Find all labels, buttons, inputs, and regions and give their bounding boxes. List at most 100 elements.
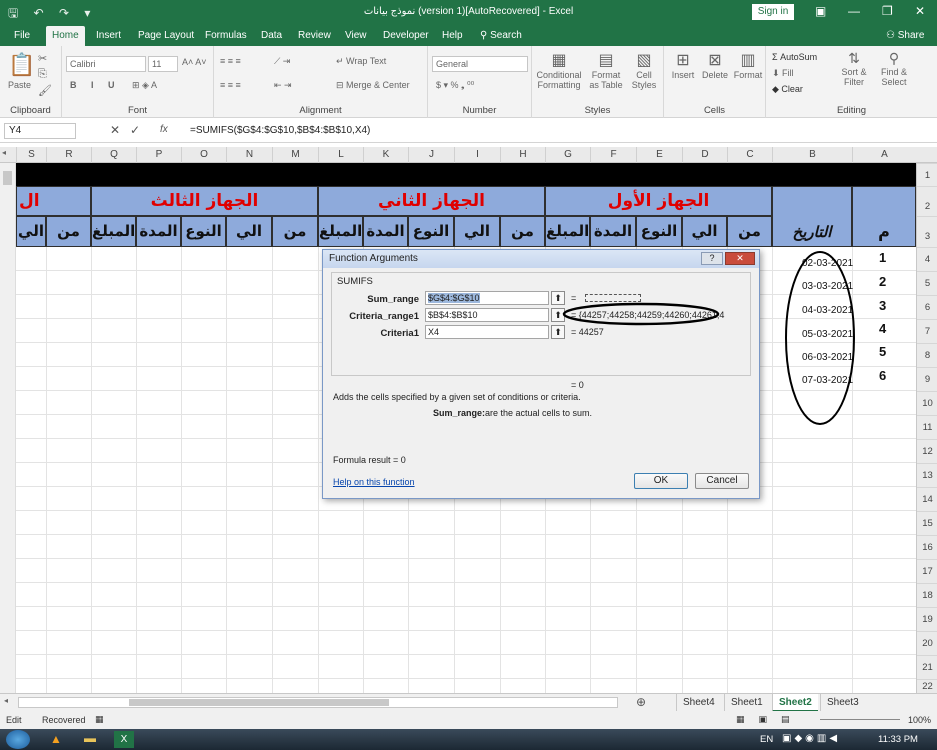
maximize-icon[interactable]: ❐ bbox=[882, 4, 893, 18]
index-cell[interactable]: 2 bbox=[879, 274, 886, 289]
vertical-scrollbar[interactable] bbox=[0, 163, 16, 693]
name-box[interactable]: Y4 bbox=[4, 123, 76, 139]
help-link[interactable]: Help on this function bbox=[333, 477, 415, 487]
autosum-button[interactable]: Σ AutoSum bbox=[772, 52, 817, 62]
folder-icon[interactable]: ▬ bbox=[84, 731, 96, 745]
scroll-left-icon[interactable]: ◂ bbox=[2, 148, 6, 157]
sub-from[interactable]: من bbox=[46, 216, 91, 247]
zoom-slider[interactable] bbox=[820, 719, 900, 720]
sub-from[interactable]: من bbox=[272, 216, 318, 247]
col-header[interactable]: P bbox=[136, 147, 181, 163]
row-header[interactable]: 21 bbox=[917, 655, 937, 679]
fill-button[interactable]: ⬇ Fill bbox=[772, 68, 794, 79]
format-cells-button[interactable]: ▥ Format bbox=[732, 50, 764, 80]
col-header[interactable]: Q bbox=[91, 147, 136, 163]
device2-header[interactable]: الجهاز الثاني bbox=[318, 186, 545, 216]
borders-fill-icon[interactable]: ⊞ ◈ A bbox=[132, 80, 157, 91]
tab-data[interactable]: Data bbox=[255, 26, 288, 46]
ok-button[interactable]: OK bbox=[634, 473, 688, 489]
col-header[interactable]: N bbox=[226, 147, 272, 163]
vlc-icon[interactable]: ▲ bbox=[50, 732, 62, 746]
cancel-enter-icons[interactable]: ✕✓ bbox=[110, 123, 150, 137]
sub-to[interactable]: الي bbox=[454, 216, 500, 247]
index-cell[interactable]: 4 bbox=[879, 321, 886, 336]
find-select-button[interactable]: ⚲ Find & Select bbox=[876, 50, 912, 87]
currency-percent-icon[interactable]: $ ▾ % ❟ ⁰⁰ bbox=[436, 80, 474, 91]
row-header[interactable]: 6 bbox=[917, 295, 937, 319]
sub-type[interactable]: النوع bbox=[181, 216, 226, 247]
insert-function-icon[interactable]: fx bbox=[160, 124, 168, 135]
align-left-icon[interactable]: ≡ ≡ ≡ bbox=[220, 80, 241, 90]
minimize-icon[interactable]: — bbox=[848, 4, 860, 18]
excel-icon[interactable]: X bbox=[114, 731, 134, 748]
row-header[interactable]: 20 bbox=[917, 631, 937, 655]
wrap-text-button[interactable]: ↵ Wrap Text bbox=[336, 56, 386, 67]
merge-center-button[interactable]: ⊟ Merge & Center bbox=[336, 80, 410, 91]
sub-duration[interactable]: المدة bbox=[136, 216, 181, 247]
insert-cells-button[interactable]: ⊞ Insert bbox=[668, 50, 698, 80]
row-header[interactable]: 17 bbox=[917, 559, 937, 583]
tab-view[interactable]: View bbox=[339, 26, 373, 46]
row-header[interactable]: 10 bbox=[917, 391, 937, 415]
col-header[interactable]: J bbox=[408, 147, 454, 163]
horizontal-scrollbar[interactable] bbox=[18, 697, 618, 708]
sub-amount[interactable]: المبلغ bbox=[318, 216, 363, 247]
col-header[interactable]: F bbox=[590, 147, 636, 163]
sheet-tab[interactable]: Sheet4 bbox=[676, 694, 721, 712]
row-header[interactable]: 11 bbox=[917, 415, 937, 439]
tab-insert[interactable]: Insert bbox=[90, 26, 127, 46]
sub-to[interactable]: الي bbox=[226, 216, 272, 247]
col-header[interactable]: B bbox=[772, 147, 852, 163]
clock[interactable]: 11:33 PM bbox=[878, 734, 918, 745]
tray-icons[interactable]: ▣◆◉▥◀ bbox=[782, 733, 840, 744]
criteria-range-input[interactable]: $B$4:$B$10 bbox=[425, 308, 549, 322]
sub-from[interactable]: من bbox=[500, 216, 545, 247]
sub-type[interactable]: النوع bbox=[636, 216, 682, 247]
copy-icon[interactable]: ⎘ bbox=[38, 68, 47, 81]
row-header[interactable]: 2 bbox=[917, 186, 937, 216]
orientation-icon[interactable]: ⟋ ⇥ bbox=[274, 56, 290, 67]
col-header[interactable]: S bbox=[16, 147, 46, 163]
sub-from[interactable]: من bbox=[727, 216, 772, 247]
scroll-thumb[interactable] bbox=[129, 699, 389, 706]
row-header[interactable]: 18 bbox=[917, 583, 937, 607]
sub-duration[interactable]: المدة bbox=[590, 216, 636, 247]
paste-label[interactable]: Paste bbox=[8, 80, 31, 90]
row-header[interactable]: 9 bbox=[917, 367, 937, 391]
delete-cells-button[interactable]: ⊠ Delete bbox=[700, 50, 730, 80]
sheet-tab-active[interactable]: Sheet2 bbox=[772, 694, 818, 712]
col-header[interactable]: I bbox=[454, 147, 500, 163]
sub-type[interactable]: النوع bbox=[408, 216, 454, 247]
col-header[interactable]: L bbox=[318, 147, 363, 163]
row-header[interactable]: 5 bbox=[917, 271, 937, 295]
sub-duration[interactable]: المدة bbox=[363, 216, 408, 247]
row-header[interactable]: 16 bbox=[917, 535, 937, 559]
sub-amount[interactable]: المبلغ bbox=[545, 216, 590, 247]
device3-header[interactable]: الجهاز الثالث bbox=[91, 186, 318, 216]
font-grow-icon[interactable]: A˄ A˅ bbox=[182, 57, 207, 67]
tab-page-layout[interactable]: Page Layout bbox=[132, 26, 200, 46]
row-header[interactable]: 4 bbox=[917, 247, 937, 271]
row-header[interactable]: 8 bbox=[917, 343, 937, 367]
sum-range-input[interactable]: $G$4:$G$10 bbox=[425, 291, 549, 305]
macro-record-icon[interactable]: ▦ bbox=[95, 714, 104, 725]
indent-icon[interactable]: ⇤ ⇥ bbox=[274, 80, 292, 91]
col-header[interactable]: C bbox=[727, 147, 772, 163]
col-header[interactable]: D bbox=[682, 147, 727, 163]
sheet-tab[interactable]: Sheet3 bbox=[820, 694, 865, 712]
tab-help[interactable]: Help bbox=[436, 26, 469, 46]
row-header[interactable]: 14 bbox=[917, 487, 937, 511]
index-cell[interactable]: 3 bbox=[879, 298, 886, 313]
col-header[interactable]: A bbox=[852, 147, 916, 163]
number-format-select[interactable]: General bbox=[432, 56, 528, 72]
row-header[interactable]: 3 bbox=[917, 216, 937, 247]
row-header[interactable]: 12 bbox=[917, 439, 937, 463]
col-header[interactable]: M bbox=[272, 147, 318, 163]
tab-review[interactable]: Review bbox=[292, 26, 337, 46]
bold-italic-underline[interactable]: B I U bbox=[70, 80, 121, 90]
device3-partial-header[interactable]: ال bbox=[16, 186, 91, 216]
zoom-level[interactable]: 100% bbox=[908, 715, 931, 725]
criteria1-input[interactable]: X4 bbox=[425, 325, 549, 339]
sub-to-partial[interactable]: الي bbox=[16, 216, 46, 247]
close-icon[interactable]: ✕ bbox=[915, 4, 925, 18]
